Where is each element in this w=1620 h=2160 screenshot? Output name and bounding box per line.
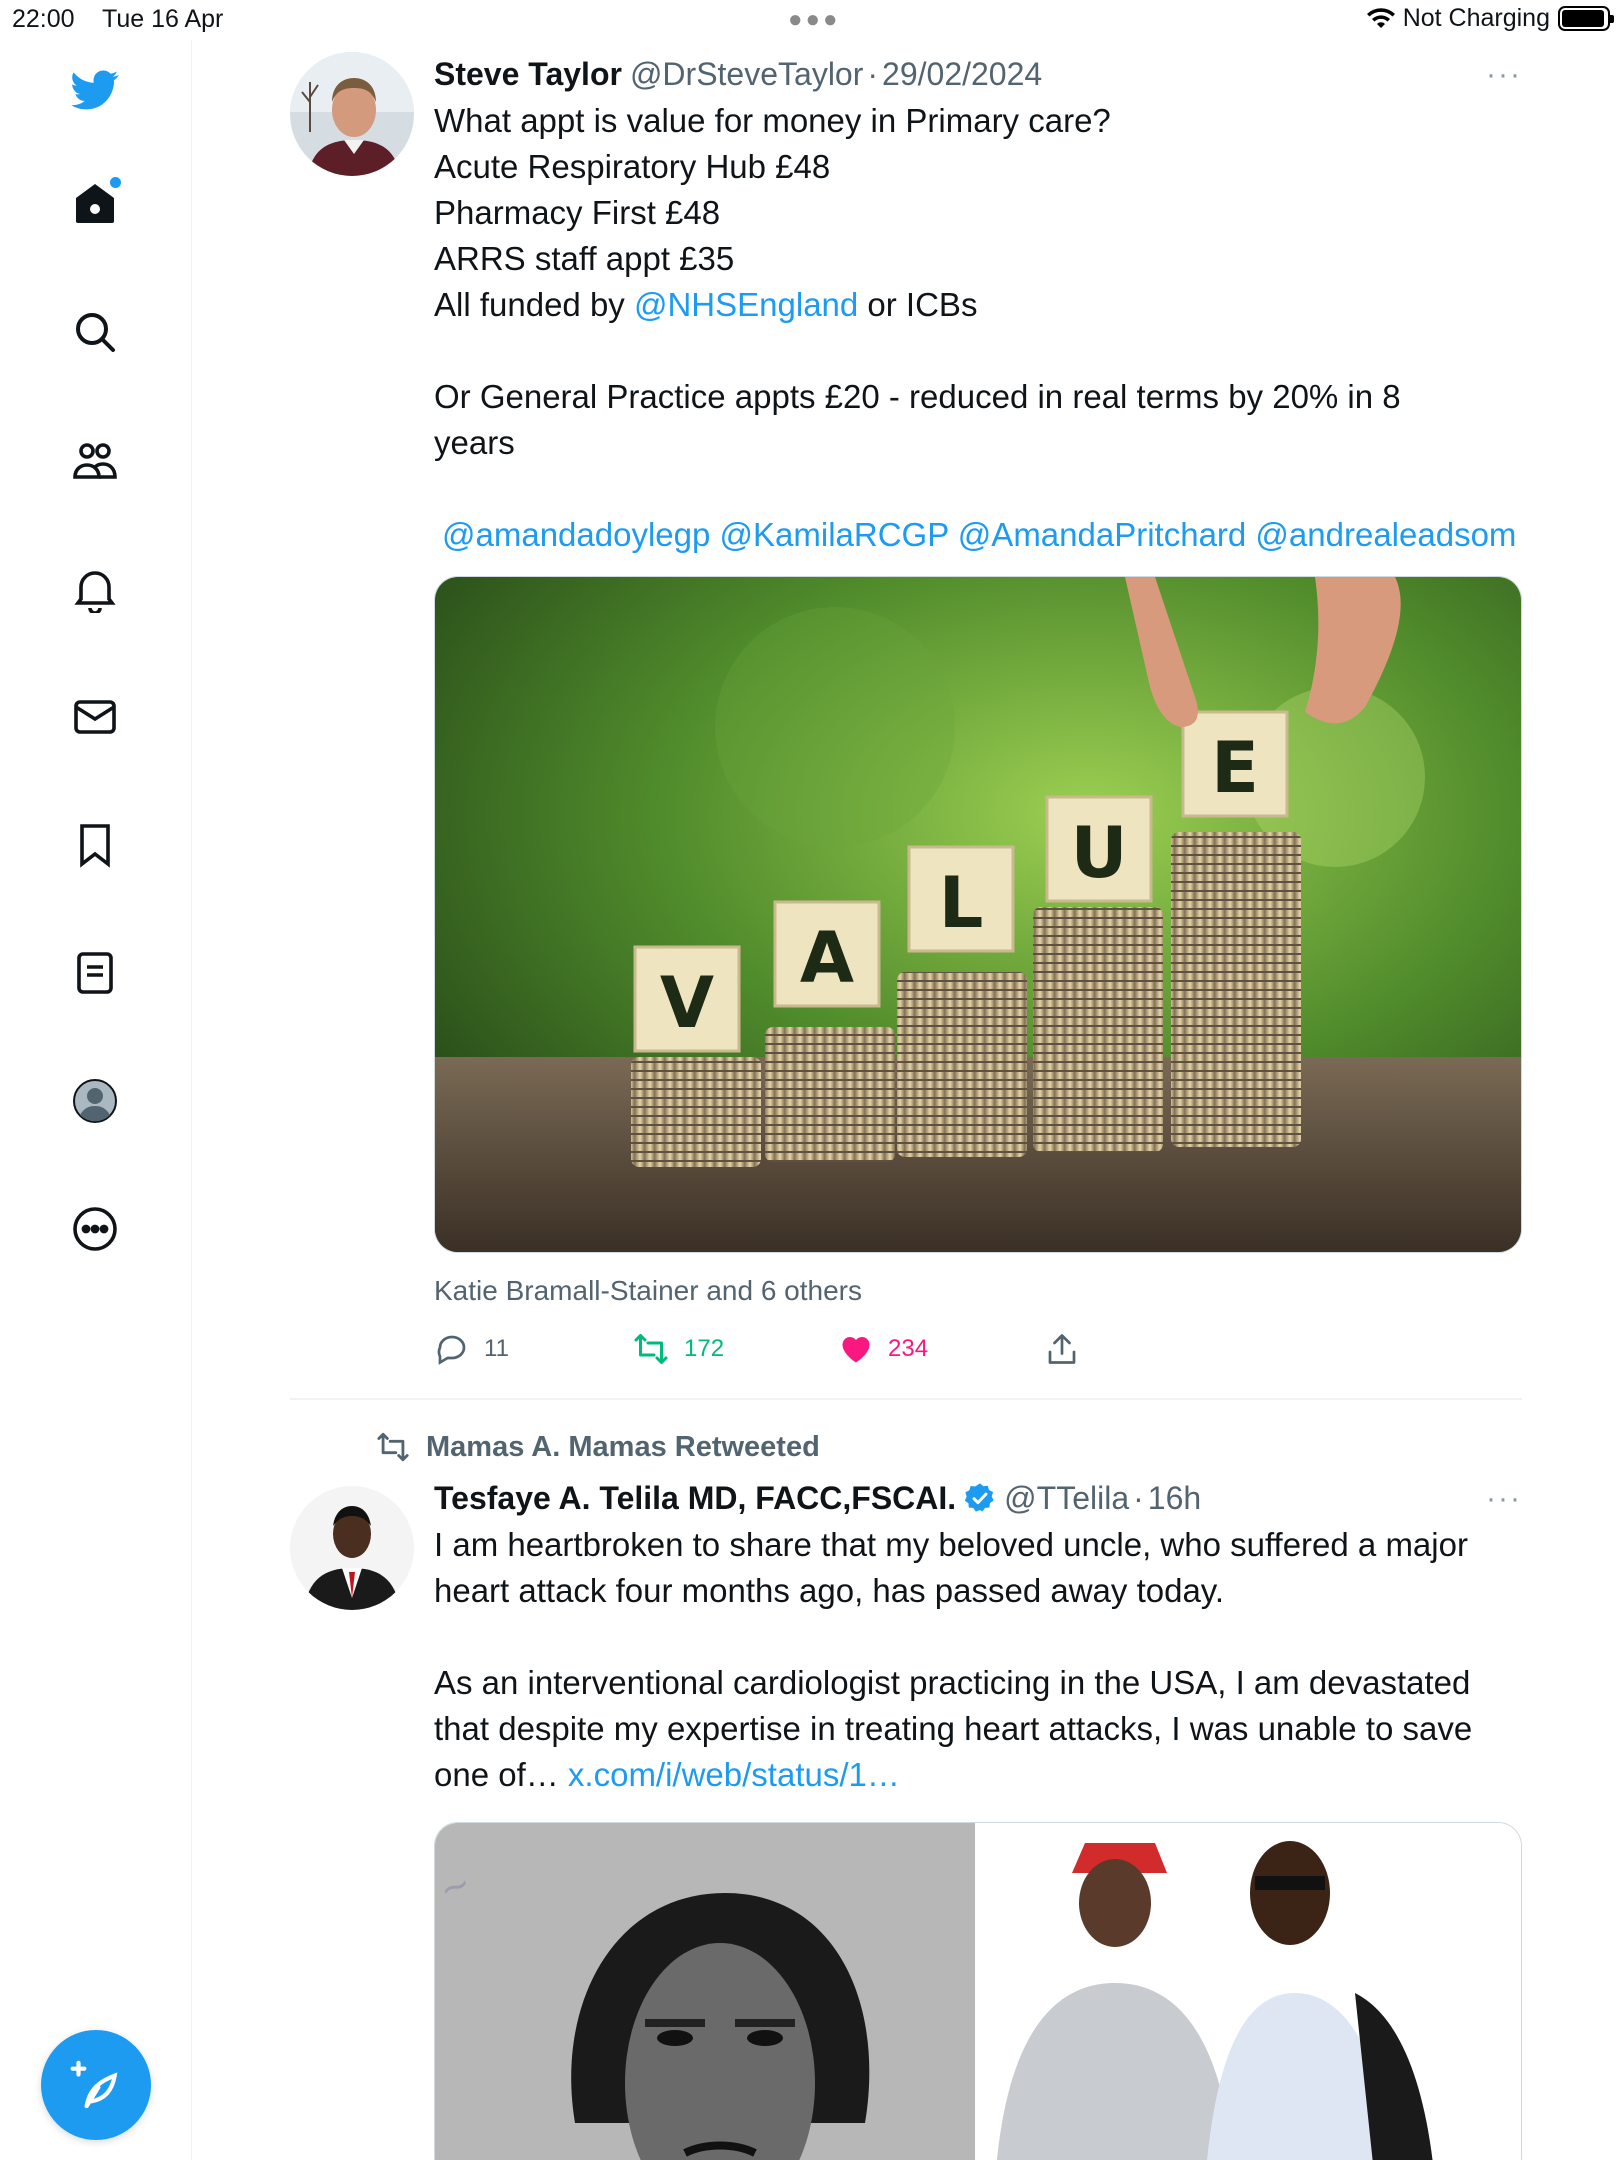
tweet-line: Acute Respiratory Hub £48 — [434, 148, 831, 185]
notifications-bell-icon[interactable] — [67, 561, 123, 617]
funded-prefix: All funded by — [434, 286, 634, 323]
liked-by-text[interactable]: Katie Bramall-Stainer and 6 others — [434, 1275, 1522, 1307]
author-avatar[interactable] — [290, 52, 414, 176]
retweeted-by-label: Mamas A. Mamas Retweeted — [426, 1430, 820, 1463]
status-right: Not Charging — [1366, 4, 1614, 33]
status-link[interactable]: x.com/i/web/status/1… — [568, 1756, 900, 1793]
twitter-bird-icon[interactable] — [67, 62, 123, 118]
retweet-icon — [634, 1334, 668, 1364]
tweet-image-left[interactable]: ~ — [435, 1823, 975, 2160]
tweet-line: Or General Practice appts £20 - reduced … — [434, 378, 1401, 415]
tweet-line: What appt is value for money in Primary … — [434, 102, 1111, 139]
search-icon[interactable] — [67, 304, 123, 360]
tweet-more-icon[interactable]: ··· — [1486, 1482, 1522, 1516]
profile-avatar-icon[interactable] — [67, 1073, 123, 1129]
block-letter-a: A — [800, 917, 854, 999]
status-time: 22:00 — [12, 5, 75, 33]
like-button[interactable]: 234 — [838, 1331, 928, 1367]
home-notification-dot — [110, 177, 121, 188]
tweet-image-right[interactable] — [975, 1823, 1521, 2160]
share-button[interactable] — [1044, 1331, 1080, 1367]
retweeted-by[interactable]: Mamas A. Mamas Retweeted — [374, 1430, 820, 1464]
sidebar — [0, 40, 192, 2160]
share-icon — [1048, 1334, 1076, 1364]
tweet-image[interactable]: V A L U E — [434, 576, 1522, 1253]
compose-tweet-button[interactable] — [41, 2030, 151, 2140]
tweet-images[interactable]: ~ — [434, 1822, 1522, 2160]
header-separator: · — [867, 55, 879, 92]
tweet-header: Tesfaye A. Telila MD, FACC,FSCAI. @TTeli… — [434, 1476, 1522, 1520]
tweet-paragraph: I am heartbroken to share that my belove… — [434, 1526, 1468, 1609]
messages-mail-icon[interactable] — [67, 689, 123, 745]
tweet-text: What appt is value for money in Primary … — [434, 98, 1522, 558]
author-name[interactable]: Steve Taylor — [434, 56, 622, 93]
tweet-text: I am heartbroken to share that my belove… — [434, 1522, 1522, 1798]
reply-icon — [437, 1335, 466, 1365]
funded-suffix: or ICBs — [858, 286, 978, 323]
retweet-count: 172 — [684, 1335, 725, 1362]
lists-icon[interactable] — [67, 945, 123, 1001]
reply-button[interactable]: 11 — [434, 1331, 509, 1367]
retweet-button[interactable]: 172 — [632, 1331, 724, 1367]
retweet-small-icon — [377, 1432, 409, 1462]
home-icon[interactable] — [67, 175, 123, 231]
block-letter-u: U — [1071, 812, 1128, 894]
tweet-line: ARRS staff appt £35 — [434, 240, 735, 277]
tweet-line: Pharmacy First £48 — [434, 194, 721, 231]
tweet-timestamp[interactable]: 16h — [1148, 1480, 1201, 1517]
tweet-more-icon[interactable]: ··· — [1486, 58, 1522, 92]
mention-link[interactable]: @NHSEngland — [634, 286, 858, 323]
tweet-divider — [290, 1398, 1522, 1400]
heart-icon — [842, 1337, 870, 1363]
charging-status: Not Charging — [1402, 4, 1550, 32]
status-bar: 22:00 Tue 16 Apr ●●● Not Charging — [0, 0, 1620, 40]
battery-icon — [1558, 6, 1614, 31]
like-count: 234 — [888, 1335, 929, 1362]
header-separator: · — [1133, 1479, 1144, 1516]
tweet-timestamp[interactable]: 29/02/2024 — [882, 56, 1042, 93]
author-handle[interactable]: @DrSteveTaylor — [630, 56, 863, 93]
author-name[interactable]: Tesfaye A. Telila MD, FACC,FSCAI. — [434, 1480, 956, 1517]
block-letter-v: V — [660, 962, 714, 1044]
reply-count: 11 — [484, 1335, 509, 1362]
tweet-header: Steve Taylor @DrSteveTaylor · 29/02/2024 — [434, 52, 1522, 96]
tweet[interactable]: Tesfaye A. Telila MD, FACC,FSCAI. @TTeli… — [290, 1476, 1522, 2160]
author-avatar[interactable] — [290, 1486, 414, 1610]
compose-icon — [70, 2060, 118, 2109]
status-date: Tue 16 Apr — [102, 5, 224, 33]
more-circle-icon[interactable] — [67, 1201, 123, 1257]
communities-icon[interactable] — [67, 433, 123, 489]
author-handle[interactable]: @TTelila — [1004, 1480, 1129, 1517]
tweet[interactable]: Steve Taylor @DrSteveTaylor · 29/02/2024… — [290, 52, 1522, 1365]
tweet-line: years — [434, 424, 515, 461]
tweet-actions: 11 172 234 — [434, 1325, 1522, 1375]
block-letter-l: L — [939, 862, 984, 944]
mentions-link[interactable]: @amandadoylegp @KamilaRCGP @AmandaPritch… — [434, 512, 1522, 558]
tweet-paragraph: As an interventional cardiologist practi… — [434, 1660, 1522, 1798]
block-letter-e: E — [1211, 727, 1259, 809]
verified-badge-icon — [964, 1482, 996, 1514]
tweet-line: All funded by @NHSEngland or ICBs — [434, 282, 1522, 328]
bookmark-icon[interactable] — [67, 817, 123, 873]
multitasking-dots-icon[interactable]: ●●● — [788, 6, 841, 34]
wifi-icon — [1366, 7, 1395, 28]
